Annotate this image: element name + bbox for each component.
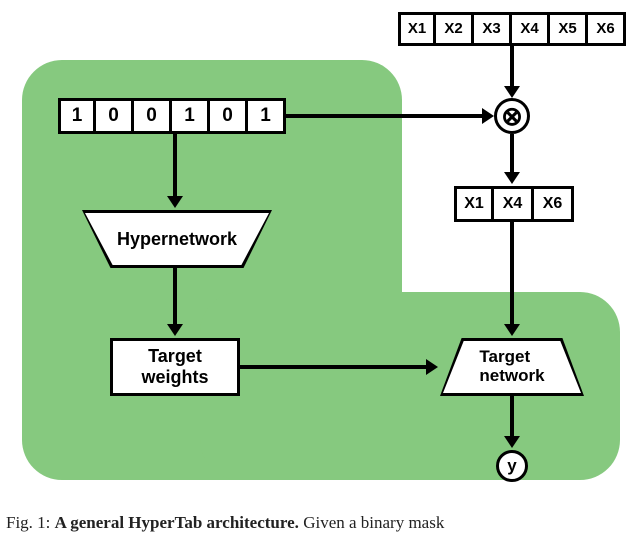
target-network-label: Target network [443,341,581,393]
mask-cell: 1 [172,98,210,134]
mask-row: 1 0 0 1 0 1 [58,98,286,134]
arrow [510,222,514,326]
output-node: y [496,450,528,482]
feature-cell: X3 [474,12,512,46]
arrow [173,268,177,326]
feature-row-selected: X1 X4 X6 [454,186,574,222]
caption-prefix: Fig. 1: [6,513,55,532]
multiply-glyph: ⊗ [501,103,523,129]
arrow [173,134,177,198]
feature-cell: X4 [494,186,534,222]
feature-cell: X2 [436,12,474,46]
mask-cell: 1 [248,98,286,134]
target-weights-block: Target weights [110,338,240,396]
mask-cell: 0 [96,98,134,134]
mask-cell: 0 [134,98,172,134]
arrow [510,134,514,174]
feature-cell: X1 [454,186,494,222]
hypernetwork-label: Hypernetwork [85,213,269,265]
arrow [510,396,514,438]
figure-caption: Fig. 1: A general HyperTab architecture.… [0,513,640,533]
feature-row-all: X1 X2 X3 X4 X5 X6 [398,12,626,46]
feature-cell: X1 [398,12,436,46]
feature-cell: X6 [588,12,626,46]
diagram: X1 X2 X3 X4 X5 X6 1 0 0 1 0 1 ⊗ X1 X4 X6… [0,0,640,537]
mask-cell: 0 [210,98,248,134]
hypernetwork-block: Hypernetwork [82,210,272,268]
output-label: y [507,456,516,476]
caption-bold: A general HyperTab architecture. [55,513,299,532]
arrow [284,114,484,118]
arrow [510,46,514,88]
arrow [240,365,428,369]
feature-cell: X5 [550,12,588,46]
caption-rest: Given a binary mask [299,513,444,532]
target-network-block: Target network [440,338,584,396]
feature-cell: X4 [512,12,550,46]
feature-cell: X6 [534,186,574,222]
mask-cell: 1 [58,98,96,134]
multiply-node: ⊗ [494,98,530,134]
